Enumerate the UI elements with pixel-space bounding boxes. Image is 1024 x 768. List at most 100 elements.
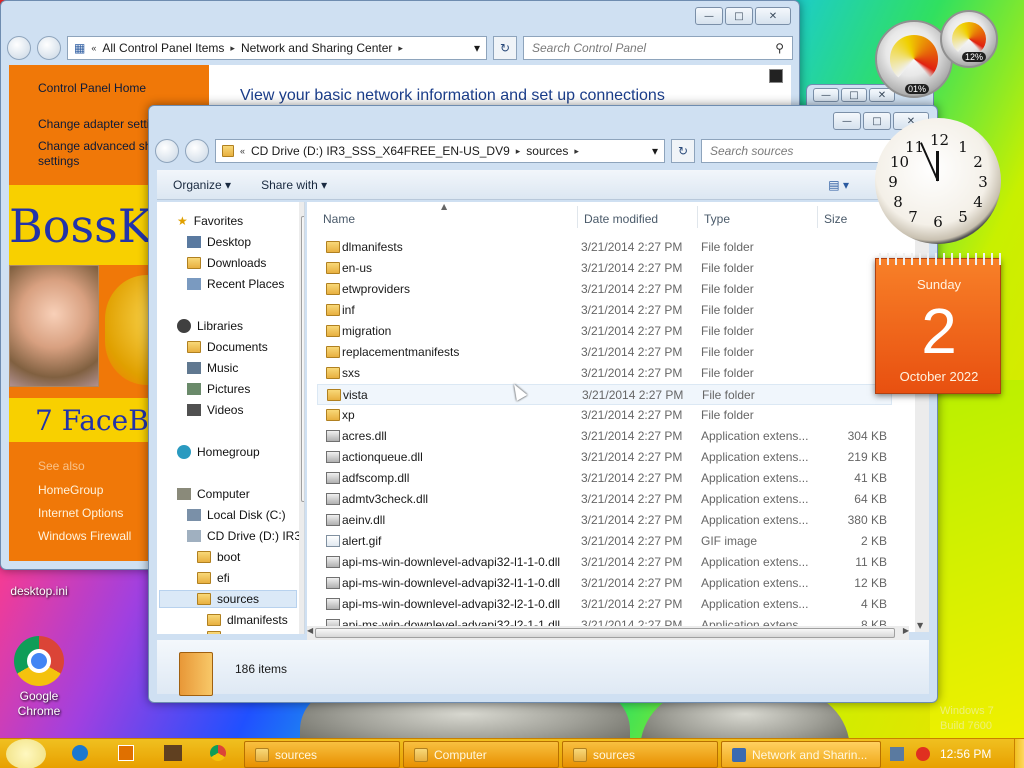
explorer-pinned-icon[interactable]	[164, 745, 182, 761]
address-bar[interactable]: ▦ « All Control Panel Items ▸ Network an…	[67, 36, 487, 60]
minimize-button[interactable]: —	[695, 7, 723, 25]
breadcrumb-item[interactable]: All Control Panel Items	[102, 41, 224, 55]
volume-muted-icon[interactable]	[916, 747, 930, 761]
close-button[interactable]: ✕	[755, 7, 791, 25]
taskbar-button-sources-2[interactable]: sources	[562, 741, 718, 768]
control-panel-home-link[interactable]: Control Panel Home	[38, 81, 146, 95]
help-icon[interactable]	[769, 69, 783, 83]
nav-pictures[interactable]: Pictures	[187, 382, 250, 396]
search-input[interactable]: Search Control Panel ⚲	[523, 36, 793, 60]
back-button[interactable]	[155, 139, 179, 163]
maximize-button[interactable]: □	[725, 7, 753, 25]
taskbar-button-sources[interactable]: sources	[244, 741, 400, 768]
address-bar[interactable]: « CD Drive (D:) IR3_SSS_X64FREE_EN-US_DV…	[215, 139, 665, 163]
internet-explorer-icon[interactable]	[72, 745, 88, 761]
refresh-button[interactable]: ↻	[493, 36, 517, 60]
share-with-button[interactable]: Share with ▾	[261, 178, 327, 192]
taskbar-button-computer[interactable]: Computer	[403, 741, 559, 768]
minimize-button[interactable]: —	[833, 112, 861, 130]
maximize-button[interactable]: □	[841, 88, 867, 102]
breadcrumb-item[interactable]: CD Drive (D:) IR3_SSS_X64FREE_EN-US_DV9	[251, 144, 510, 158]
file-row[interactable]: acres.dll 3/21/2014 2:27 PM Application ex…	[317, 426, 887, 447]
network-tray-icon[interactable]	[890, 747, 904, 761]
organize-button[interactable]: Organize ▾	[173, 178, 231, 192]
file-row[interactable]: alert.gif 3/21/2014 2:27 PM GIF image 2 KB	[317, 531, 887, 552]
libraries-node[interactable]: Libraries	[177, 319, 243, 333]
nav-recent-places[interactable]: Recent Places	[187, 277, 284, 291]
file-row[interactable]: api-ms-win-downlevel-advapi32-l1-1-0.dll…	[317, 573, 887, 594]
nav-efi[interactable]: efi	[197, 571, 230, 585]
nav-scrollbar-thumb[interactable]	[301, 216, 304, 502]
file-row[interactable]: sxs 3/21/2014 2:27 PM File folder	[317, 363, 887, 384]
breadcrumb-item[interactable]: Network and Sharing Center	[241, 41, 392, 55]
favorites-node[interactable]: ★ Favorites	[177, 214, 243, 228]
nav-downloads[interactable]: Downloads	[187, 256, 266, 270]
show-desktop-button[interactable]	[1014, 739, 1024, 768]
nav-music[interactable]: Music	[187, 361, 238, 375]
media-player-icon[interactable]	[118, 745, 134, 761]
scroll-right-icon[interactable]: ▶	[903, 626, 909, 635]
file-row[interactable]: vista 3/21/2014 2:27 PM File folder	[317, 384, 892, 405]
settings-link-continuation[interactable]: settings	[38, 154, 79, 168]
taskbar-button-network[interactable]: Network and Sharin...	[721, 741, 881, 768]
chrome-icon[interactable]	[14, 636, 64, 686]
horizontal-scrollbar[interactable]: ◀ ▶	[307, 626, 909, 640]
file-row[interactable]: etwproviders 3/21/2014 2:27 PM File folder	[317, 279, 887, 300]
horizontal-scrollbar-thumb[interactable]	[315, 628, 895, 638]
nav-documents[interactable]: Documents	[187, 340, 268, 354]
homegroup-link[interactable]: HomeGroup	[38, 483, 103, 497]
file-row[interactable]: replacementmanifests 3/21/2014 2:27 PM Fil…	[317, 342, 887, 363]
file-row[interactable]: actionqueue.dll 3/21/2014 2:27 PM Applicat…	[317, 447, 887, 468]
file-row[interactable]: api-ms-win-downlevel-advapi32-l1-1-0.dll…	[317, 552, 887, 573]
nav-en-us[interactable]: en-us	[207, 630, 257, 634]
forward-button[interactable]	[37, 36, 61, 60]
google-chrome-label[interactable]: Google Chrome	[4, 689, 74, 719]
column-type[interactable]: Type	[704, 212, 730, 226]
forward-button[interactable]	[185, 139, 209, 163]
file-row[interactable]: dlmanifests 3/21/2014 2:27 PM File folder	[317, 237, 887, 258]
file-row[interactable]: adfscomp.dll 3/21/2014 2:27 PM Application…	[317, 468, 887, 489]
taskbar-clock[interactable]: 12:56 PM	[940, 747, 991, 761]
scroll-left-icon[interactable]: ◀	[307, 626, 313, 635]
dropdown-icon[interactable]: ▾	[652, 144, 658, 158]
breadcrumb-item[interactable]: sources	[526, 144, 568, 158]
chrome-taskbar-icon[interactable]	[210, 745, 226, 761]
file-row[interactable]: en-us 3/21/2014 2:27 PM File folder	[317, 258, 887, 279]
file-row[interactable]: aeinv.dll 3/21/2014 2:27 PM Application ex…	[317, 510, 887, 531]
nav-sources[interactable]: sources	[197, 592, 259, 606]
nav-desktop[interactable]: Desktop	[187, 235, 251, 249]
minimize-button[interactable]: —	[813, 88, 839, 102]
start-button[interactable]	[6, 739, 46, 768]
column-date-modified[interactable]: Date modified	[584, 212, 658, 226]
internet-options-link[interactable]: Internet Options	[38, 506, 123, 520]
maximize-button[interactable]: □	[863, 112, 891, 130]
nav-local-disk[interactable]: Local Disk (C:)	[187, 508, 286, 522]
nav-boot[interactable]: boot	[197, 550, 240, 564]
dropdown-icon[interactable]: ▾	[474, 41, 480, 55]
refresh-button[interactable]: ↻	[671, 139, 695, 163]
file-row[interactable]: migration 3/21/2014 2:27 PM File folder	[317, 321, 887, 342]
desktop-ini-label[interactable]: desktop.ini	[6, 584, 72, 598]
scroll-down-icon[interactable]: ▼	[917, 621, 923, 630]
file-row[interactable]: xp 3/21/2014 2:27 PM File folder	[317, 405, 887, 426]
file-name: acres.dll	[342, 429, 387, 443]
file-row[interactable]: inf 3/21/2014 2:27 PM File folder	[317, 300, 887, 321]
nav-cd-drive[interactable]: CD Drive (D:) IR3_	[187, 529, 304, 543]
computer-node[interactable]: Computer	[177, 487, 250, 501]
change-adapter-settings-link[interactable]: Change adapter setti	[38, 117, 149, 131]
file-row[interactable]: admtv3check.dll 3/21/2014 2:27 PM Applicat…	[317, 489, 887, 510]
homegroup-node[interactable]: Homegroup	[177, 445, 260, 459]
nav-videos[interactable]: Videos	[187, 403, 243, 417]
back-button[interactable]	[7, 36, 31, 60]
clock-gadget: 12 1 2 3 4 5 6 7 8 9 10 11	[875, 118, 1001, 244]
change-advanced-sharing-link[interactable]: Change advanced sh	[38, 139, 151, 153]
windows-firewall-link[interactable]: Windows Firewall	[38, 529, 131, 543]
nav-dlmanifests[interactable]: dlmanifests	[207, 613, 288, 627]
column-name[interactable]: Name	[323, 212, 355, 226]
view-options-icon[interactable]: ▤ ▾	[828, 178, 849, 192]
column-size[interactable]: Size	[824, 212, 847, 226]
file-row[interactable]: api-ms-win-downlevel-advapi32-l2-1-0.dll…	[317, 594, 887, 615]
nav-scrollbar[interactable]	[299, 202, 304, 634]
videos-icon	[187, 404, 201, 416]
file-name: adfscomp.dll	[342, 471, 410, 485]
